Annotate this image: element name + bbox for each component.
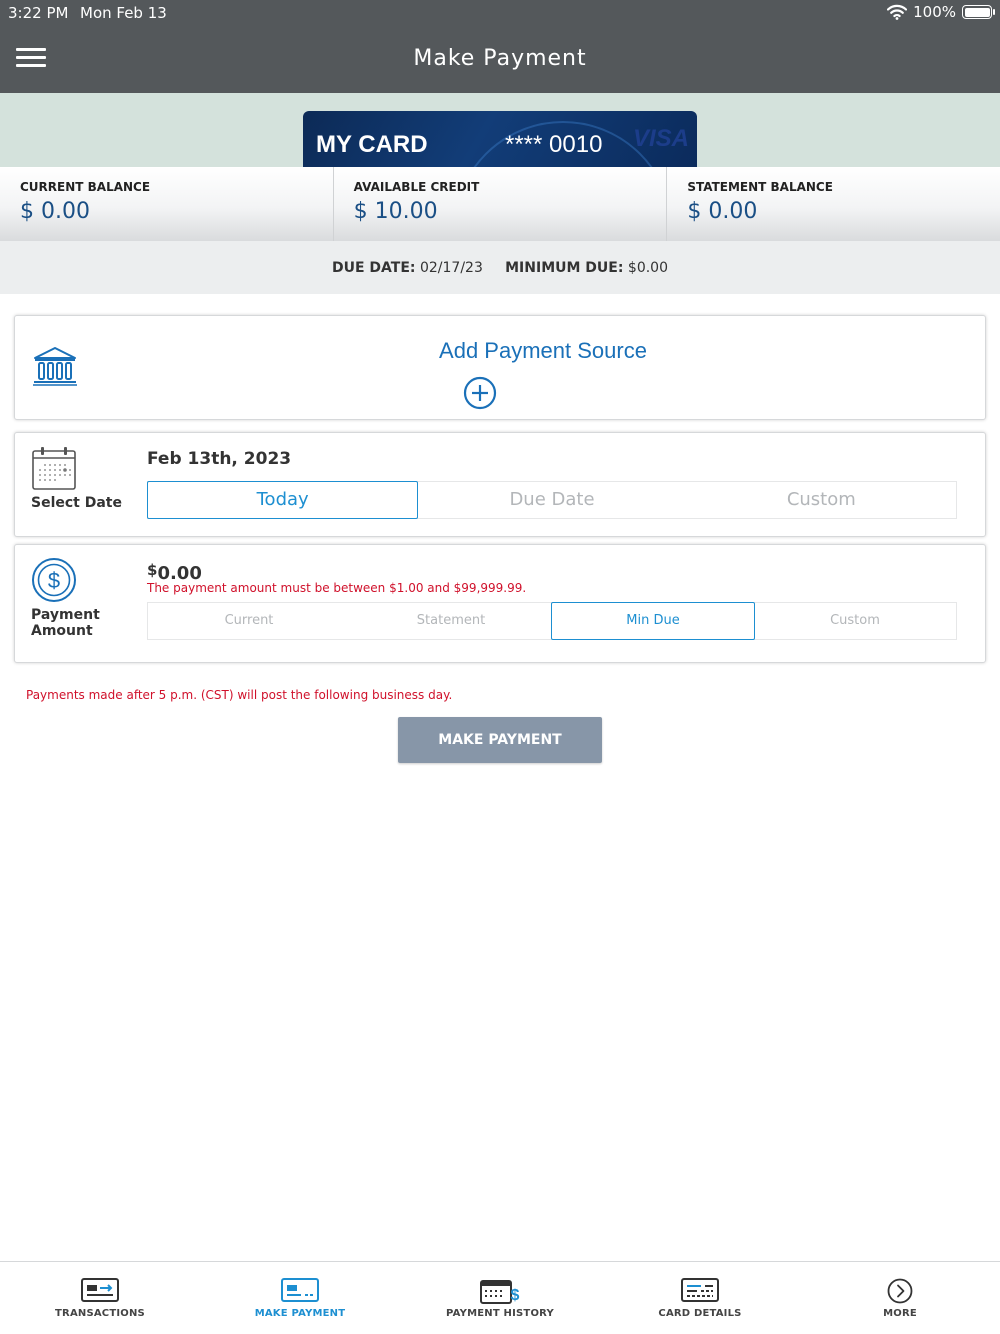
credit-card-image: MY CARD **** 0010 VISA [303,111,697,167]
balances-bar: CURRENT BALANCE $ 0.00 AVAILABLE CREDIT … [0,167,1000,241]
tab-transactions-label: TRANSACTIONS [55,1308,145,1319]
transactions-icon [81,1278,119,1302]
status-right: 100% [887,3,995,21]
payment-history-icon: $ [480,1280,520,1304]
wifi-icon [887,4,908,20]
current-balance: CURRENT BALANCE $ 0.00 [0,167,334,241]
tab-make-payment[interactable]: MAKE PAYMENT [200,1262,400,1334]
tab-payment-history[interactable]: $ PAYMENT HISTORY [400,1262,600,1334]
payment-source-panel: Add Payment Source [14,315,986,420]
currency-symbol: $ [147,561,158,579]
available-credit-label: AVAILABLE CREDIT [353,180,480,194]
current-balance-value: $ 0.00 [20,199,90,224]
card-brand-logo: VISA [633,125,690,152]
card-details-icon [681,1278,719,1302]
payment-amount-label-line1: Payment [31,607,100,623]
bottom-tab-bar: TRANSACTIONS MAKE PAYMENT $ PAYMENT HIST… [0,1261,1000,1334]
due-date-value: 02/17/23 [419,260,483,276]
card-number: **** 0010 [505,131,603,158]
due-date-label: DUE DATE: [332,260,416,276]
svg-text:$: $ [511,1287,520,1304]
date-option-group: Today Due Date Custom [147,481,957,519]
payment-amount-panel: $ Payment Amount $0.00 The payment amoun… [14,544,986,663]
minimum-due-value: $0.00 [627,260,668,276]
available-credit: AVAILABLE CREDIT $ 10.00 [334,167,668,241]
amount-error-message: The payment amount must be between $1.00… [147,581,527,595]
status-date: Mon Feb 13 [80,4,167,22]
payment-amount-label: Payment Amount [31,607,100,639]
available-credit-value: $ 10.00 [353,199,438,224]
select-date-panel: Select Date Feb 13th, 2023 Today Due Dat… [14,432,986,537]
payment-amount-label-line2: Amount [31,623,93,639]
date-option-custom[interactable]: Custom [687,482,956,518]
more-icon [887,1278,913,1304]
amount-option-min-due[interactable]: Min Due [551,602,755,640]
status-time: 3:22 PM [8,4,69,22]
status-bar: 3:22 PM Mon Feb 13 100% [0,0,1000,26]
amount-option-group: Current Statement Min Due Custom [147,602,957,640]
add-circle-icon[interactable] [463,376,497,410]
tab-card-details-label: CARD DETAILS [658,1308,742,1319]
svg-text:$: $ [48,568,60,593]
add-payment-source-link[interactable]: Add Payment Source [15,338,1000,364]
tab-make-payment-label: MAKE PAYMENT [254,1308,346,1319]
tab-more-label: MORE [883,1308,917,1319]
card-band: MY CARD **** 0010 VISA [0,93,1000,167]
nav-bar: Make Payment [0,26,1000,93]
make-payment-icon [281,1278,319,1302]
date-option-due-date[interactable]: Due Date [417,482,686,518]
card-name: MY CARD [316,131,428,158]
amount-option-custom[interactable]: Custom [754,603,956,639]
date-option-today[interactable]: Today [147,481,419,519]
calendar-icon [32,447,76,490]
tab-more[interactable]: MORE [800,1262,1000,1334]
page-title: Make Payment [413,46,587,71]
dollar-circle-icon: $ [32,558,76,602]
cutoff-notice: Payments made after 5 p.m. (CST) will po… [26,688,453,702]
battery-icon [962,5,995,19]
minimum-due-label: MINIMUM DUE: [505,260,624,276]
amount-option-current[interactable]: Current [148,603,350,639]
statement-balance: STATEMENT BALANCE $ 0.00 [667,167,1000,241]
tab-payment-history-label: PAYMENT HISTORY [446,1308,554,1319]
current-balance-label: CURRENT BALANCE [20,180,151,194]
due-info-bar: DUE DATE: 02/17/23 MINIMUM DUE: $0.00 [0,241,1000,294]
selected-date-value: Feb 13th, 2023 [147,449,292,469]
tab-card-details[interactable]: CARD DETAILS [600,1262,800,1334]
tab-transactions[interactable]: TRANSACTIONS [0,1262,200,1334]
make-payment-button[interactable]: MAKE PAYMENT [398,717,602,763]
amount-option-statement[interactable]: Statement [350,603,552,639]
select-date-label: Select Date [31,495,122,511]
battery-percent: 100% [913,3,956,21]
statement-balance-value: $ 0.00 [687,199,758,224]
statement-balance-label: STATEMENT BALANCE [687,180,833,194]
